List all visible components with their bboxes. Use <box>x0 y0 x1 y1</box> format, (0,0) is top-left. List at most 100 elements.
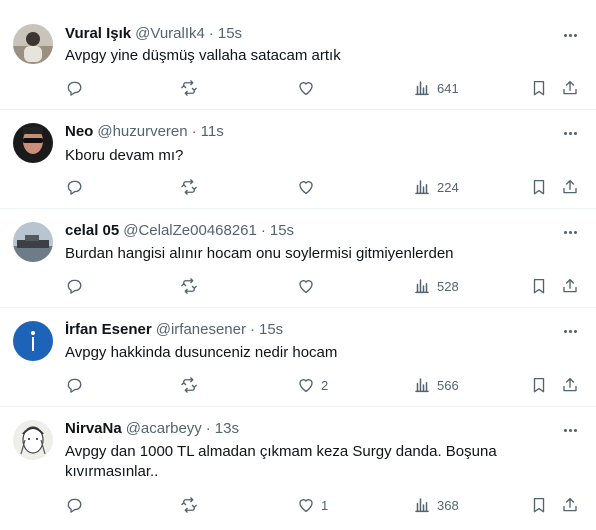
like-button[interactable] <box>297 276 321 296</box>
views-icon <box>413 496 431 514</box>
tweet-item[interactable]: Vural Işık @VuralIk4 · 15s Avpgy yine dü… <box>0 0 596 110</box>
author-handle[interactable]: @huzurveren <box>97 122 187 142</box>
more-icon[interactable] <box>560 124 580 142</box>
like-count: 1 <box>321 497 329 513</box>
bookmark-button[interactable] <box>530 495 548 515</box>
more-icon[interactable] <box>560 223 580 241</box>
separator-dot: · <box>205 420 211 437</box>
separator-dot: · <box>208 25 214 42</box>
author-handle[interactable]: @VuralIk4 <box>135 24 205 44</box>
bookmark-button[interactable] <box>530 78 548 98</box>
like-button[interactable] <box>297 78 321 98</box>
like-button[interactable] <box>297 177 321 197</box>
avatar[interactable] <box>13 24 53 64</box>
action-bar: 2 566 <box>0 375 596 395</box>
views-icon <box>413 79 431 97</box>
author-name[interactable]: celal 05 <box>65 221 119 241</box>
like-count: 2 <box>321 377 329 393</box>
action-bar: 1 368 <box>0 495 596 515</box>
share-icon <box>561 376 579 394</box>
avatar[interactable] <box>13 222 53 262</box>
action-bar: 641 <box>0 78 596 98</box>
share-icon <box>561 79 579 97</box>
tweet-header: Vural Işık @VuralIk4 · 15s <box>65 24 242 44</box>
like-icon <box>297 376 315 394</box>
retweet-icon <box>180 376 198 394</box>
views-count: 641 <box>437 80 459 96</box>
reply-button[interactable] <box>65 276 83 296</box>
author-name[interactable]: NirvaNa <box>65 419 122 439</box>
reply-button[interactable] <box>65 375 83 395</box>
retweet-button[interactable] <box>180 276 198 296</box>
views-icon <box>413 376 431 394</box>
retweet-button[interactable] <box>180 78 198 98</box>
avatar[interactable] <box>13 420 53 460</box>
like-icon <box>297 496 315 514</box>
views-icon <box>413 178 431 196</box>
share-button[interactable] <box>561 276 579 296</box>
views-button[interactable]: 224 <box>413 177 459 197</box>
share-button[interactable] <box>561 375 579 395</box>
tweet-item[interactable]: celal 05 @CelalZe00468261 · 15s Burdan h… <box>0 209 596 308</box>
bookmark-icon <box>530 496 548 514</box>
tweet-item[interactable]: NirvaNa @acarbeyy · 13s Avpgy dan 1000 T… <box>0 407 596 530</box>
reply-button[interactable] <box>65 78 83 98</box>
tweet-item[interactable]: Neo @huzurveren · 11s Kboru devam mı? 22… <box>0 110 596 209</box>
bookmark-button[interactable] <box>530 177 548 197</box>
tweet-item[interactable]: İrfan Esener @irfanesener · 15s Avpgy ha… <box>0 308 596 407</box>
bookmark-icon <box>530 178 548 196</box>
views-button[interactable]: 368 <box>413 495 459 515</box>
retweet-icon <box>180 496 198 514</box>
like-icon <box>297 178 315 196</box>
author-handle[interactable]: @irfanesener <box>156 320 246 340</box>
author-handle[interactable]: @acarbeyy <box>126 419 202 439</box>
reply-icon <box>65 277 83 295</box>
views-count: 528 <box>437 278 459 294</box>
tweet-text: Burdan hangisi alınır hocam onu soylermi… <box>65 245 454 262</box>
tweet-time[interactable]: 15s <box>218 24 242 44</box>
separator-dot: · <box>250 321 255 338</box>
more-icon[interactable] <box>560 421 580 439</box>
share-button[interactable] <box>561 495 579 515</box>
tweet-time[interactable]: 13s <box>215 419 239 439</box>
bookmark-icon <box>530 79 548 97</box>
bookmark-icon <box>530 277 548 295</box>
author-name[interactable]: Vural Işık <box>65 24 131 44</box>
reply-icon <box>65 79 83 97</box>
reply-button[interactable] <box>65 177 83 197</box>
share-button[interactable] <box>561 177 579 197</box>
share-button[interactable] <box>561 78 579 98</box>
views-count: 368 <box>437 497 459 513</box>
more-icon[interactable] <box>560 322 580 340</box>
retweet-icon <box>180 178 198 196</box>
separator-dot: · <box>260 222 266 239</box>
tweet-time[interactable]: 11s <box>201 122 224 142</box>
tweet-header: İrfan Esener @irfanesener · 15s <box>65 320 283 340</box>
views-button[interactable]: 641 <box>413 78 459 98</box>
like-button[interactable]: 2 <box>297 375 328 395</box>
reply-icon <box>65 496 83 514</box>
more-icon[interactable] <box>560 26 580 44</box>
views-count: 566 <box>437 377 459 393</box>
tweet-header: Neo @huzurveren · 11s <box>65 122 224 142</box>
bookmark-button[interactable] <box>530 375 548 395</box>
tweet-time[interactable]: 15s <box>259 320 283 340</box>
views-button[interactable]: 566 <box>413 375 459 395</box>
retweet-button[interactable] <box>180 495 198 515</box>
like-button[interactable]: 1 <box>297 495 328 515</box>
retweet-button[interactable] <box>180 177 198 197</box>
avatar[interactable] <box>13 321 53 361</box>
avatar[interactable] <box>13 123 53 163</box>
retweet-icon <box>180 79 198 97</box>
author-name[interactable]: Neo <box>65 122 93 142</box>
author-handle[interactable]: @CelalZe00468261 <box>123 221 257 241</box>
share-icon <box>561 277 579 295</box>
tweet-time[interactable]: 15s <box>270 221 294 241</box>
author-name[interactable]: İrfan Esener <box>65 320 152 340</box>
reply-button[interactable] <box>65 495 83 515</box>
views-button[interactable]: 528 <box>413 276 459 296</box>
bookmark-icon <box>530 376 548 394</box>
tweet-text: Kboru devam mı? <box>65 147 184 164</box>
retweet-button[interactable] <box>180 375 198 395</box>
bookmark-button[interactable] <box>530 276 548 296</box>
